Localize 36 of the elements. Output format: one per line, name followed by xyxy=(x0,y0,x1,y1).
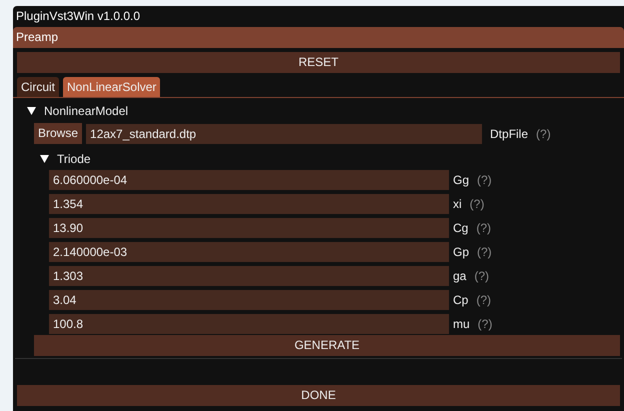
tab[interactable]: NonLinearSolver xyxy=(63,77,160,97)
field-label: mu xyxy=(453,316,470,333)
help-marker[interactable]: (?) xyxy=(536,124,551,142)
field-label: Gp xyxy=(453,244,470,261)
help-marker[interactable]: (?) xyxy=(476,291,492,309)
value-field[interactable]: 2.140000e-03 xyxy=(49,242,449,262)
field-label: Cp xyxy=(453,292,468,309)
tree-node-label[interactable]: Triode xyxy=(57,150,91,168)
expanded-icon[interactable] xyxy=(40,155,49,163)
tree-node-label[interactable]: NonlinearModel xyxy=(44,102,128,120)
tab[interactable]: Circuit xyxy=(17,77,60,97)
field-label: DtpFile xyxy=(490,126,528,142)
generate-button[interactable]: GENERATE xyxy=(34,335,620,356)
done-button[interactable]: DONE xyxy=(17,385,620,406)
browse-button[interactable]: Browse xyxy=(34,123,82,144)
window-title: PluginVst3Win v1.0.0.0 xyxy=(15,8,142,25)
file-field[interactable]: 12ax7_standard.dtp xyxy=(86,124,482,144)
help-marker[interactable]: (?) xyxy=(476,219,492,237)
help-marker[interactable]: (?) xyxy=(477,243,492,261)
reset-button[interactable]: RESET xyxy=(17,52,620,73)
field-label: Gg xyxy=(453,172,470,189)
help-marker[interactable]: (?) xyxy=(470,195,484,213)
value-field[interactable]: 1.303 xyxy=(49,266,449,286)
help-marker[interactable]: (?) xyxy=(477,171,492,189)
panel-header[interactable]: Preamp xyxy=(13,27,624,48)
help-marker[interactable]: (?) xyxy=(478,315,492,333)
value-field[interactable]: 100.8 xyxy=(49,314,449,334)
expanded-icon[interactable] xyxy=(27,107,36,115)
value-field[interactable]: 3.04 xyxy=(49,290,449,310)
value-field[interactable]: 13.90 xyxy=(49,218,449,238)
field-label: Cg xyxy=(453,220,468,237)
field-label: ga xyxy=(453,268,466,285)
help-marker[interactable]: (?) xyxy=(474,267,490,285)
field-label: xi xyxy=(453,196,462,213)
value-field[interactable]: 6.060000e-04 xyxy=(49,170,449,190)
value-field[interactable]: 1.354 xyxy=(49,194,449,214)
